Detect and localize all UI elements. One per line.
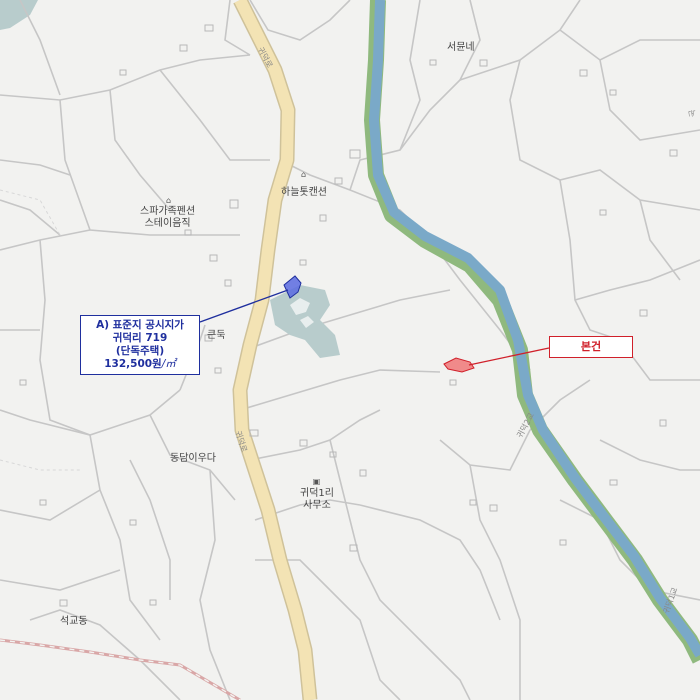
place-label-eastmid: 큰둑 (207, 330, 226, 341)
place-label-pension: 스파가족펜션 스테이음직 (140, 206, 195, 230)
main-road (234, 0, 316, 700)
subject-callout-unit: /㎡ (161, 358, 176, 370)
place-label-sw: 석교동 (60, 616, 88, 627)
subject-callout-price: 132,500원 (104, 358, 162, 370)
subject-callout[interactable]: A) 표준지 공시지가 귀덕리 719 (단독주택) 132,500원/㎡ (80, 315, 200, 375)
riverbank (364, 0, 700, 664)
place-label-pension-line1: 스파가족펜션 (140, 206, 196, 217)
subject-callout-line1: A) 표준지 공시지가 (96, 319, 184, 331)
subject-callout-line2: 귀덕리 719 (112, 332, 168, 344)
lodging-icon: ⌂ (165, 196, 172, 205)
railway-line (0, 638, 241, 700)
subject-callout-line3: (단독주택) (115, 345, 165, 357)
place-label-office-line1: 귀덕1리 (300, 488, 334, 499)
place-label-office-line2: 사무소 (303, 500, 331, 511)
camp-icon: ⌂ (300, 170, 307, 179)
river (369, 0, 700, 658)
place-label-north: 서뮨네 (447, 42, 475, 53)
target-leader-line (468, 347, 550, 366)
place-label-mid: 동담이우다 (170, 453, 216, 464)
place-label-office: 귀덕1리 사무소 (300, 488, 334, 512)
office-icon: ▣ (312, 477, 321, 486)
place-label-pension-line2: 스테이음직 (144, 218, 191, 229)
place-label-camp: 하늘톳캔션 (281, 187, 327, 198)
map-view[interactable]: 서뮨네 ⌂ 하늘톳캔션 ⌂ 스파가족펜션 스테이음직 큰둑 동담이우다 ▣ 귀덕… (0, 0, 700, 700)
target-callout[interactable]: 본건 (549, 336, 633, 358)
subject-callout-price-row: 132,500원/㎡ (81, 358, 199, 371)
target-callout-label: 본건 (580, 340, 602, 353)
